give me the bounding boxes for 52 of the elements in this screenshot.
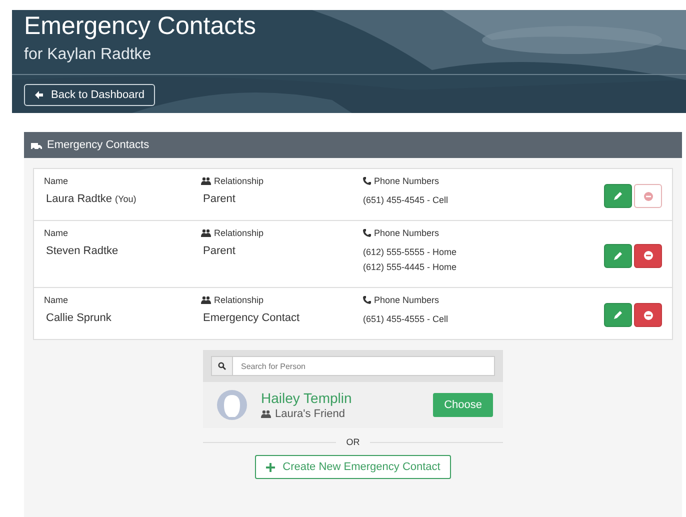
contact-name: Callie Sprunk: [46, 312, 112, 324]
panel-title: Emergency Contacts: [47, 139, 150, 151]
you-tag: (You): [115, 194, 136, 204]
field-label: Name: [44, 295, 70, 305]
page-title: Emergency Contacts: [24, 11, 258, 42]
create-contact-button[interactable]: Create New Emergency Contact: [254, 455, 452, 479]
field-label: Phone Numbers: [374, 295, 440, 305]
back-button[interactable]: Back to Dashboard: [24, 84, 155, 106]
pencil-icon: [614, 252, 622, 260]
search-icon: [218, 362, 226, 370]
field-label: Phone Numbers: [374, 176, 440, 186]
users-icon: [201, 296, 211, 304]
phone-icon: [363, 229, 371, 237]
edit-button[interactable]: [604, 244, 632, 268]
avatar-icon: [217, 390, 247, 420]
phone-number: (651) 455-4545 - Cell: [363, 194, 450, 207]
edit-button[interactable]: [604, 303, 632, 327]
choose-button[interactable]: Choose: [433, 393, 493, 417]
minus-circle-icon: [644, 310, 652, 320]
delete-button[interactable]: [634, 303, 662, 327]
pencil-icon: [614, 311, 622, 319]
person-name: Hailey Templin: [261, 390, 353, 406]
relationship-value: Parent: [202, 245, 236, 257]
relationship-value: Parent: [202, 193, 236, 205]
minus-circle-icon: [644, 251, 652, 260]
minus-circle-icon: [644, 192, 652, 200]
arrow-left-icon: [34, 90, 44, 100]
field-label: Name: [44, 228, 70, 238]
phone-icon: [363, 296, 371, 304]
phone-icon: [363, 177, 371, 185]
relationship-value: Emergency Contact: [202, 312, 301, 324]
person-relation: Laura's Friend: [275, 408, 345, 420]
search-field[interactable]: Search for Person: [233, 356, 495, 376]
field-label: Relationship: [214, 176, 264, 186]
or-divider-label: OR: [346, 437, 360, 447]
phone-number: (651) 455-4555 - Cell: [363, 313, 450, 326]
field-label: Relationship: [214, 228, 264, 238]
users-icon: [261, 410, 271, 418]
field-label: Name: [44, 176, 70, 186]
delete-button[interactable]: [634, 244, 662, 268]
pencil-icon: [614, 192, 622, 200]
phone-number: (612) 555-5555 - Home: [363, 246, 458, 259]
field-label: Relationship: [214, 295, 264, 305]
users-icon: [201, 177, 211, 185]
field-label: Phone Numbers: [374, 228, 440, 238]
plus-icon: [266, 462, 275, 472]
contact-name: Steven Radtke: [46, 245, 118, 257]
page-subtitle: for Kaylan Radtke: [24, 45, 152, 65]
users-icon: [201, 229, 211, 237]
edit-button[interactable]: [604, 184, 632, 208]
phone-number: (612) 555-4445 - Home: [363, 261, 458, 274]
contact-name: Laura Radtke: [46, 193, 112, 205]
